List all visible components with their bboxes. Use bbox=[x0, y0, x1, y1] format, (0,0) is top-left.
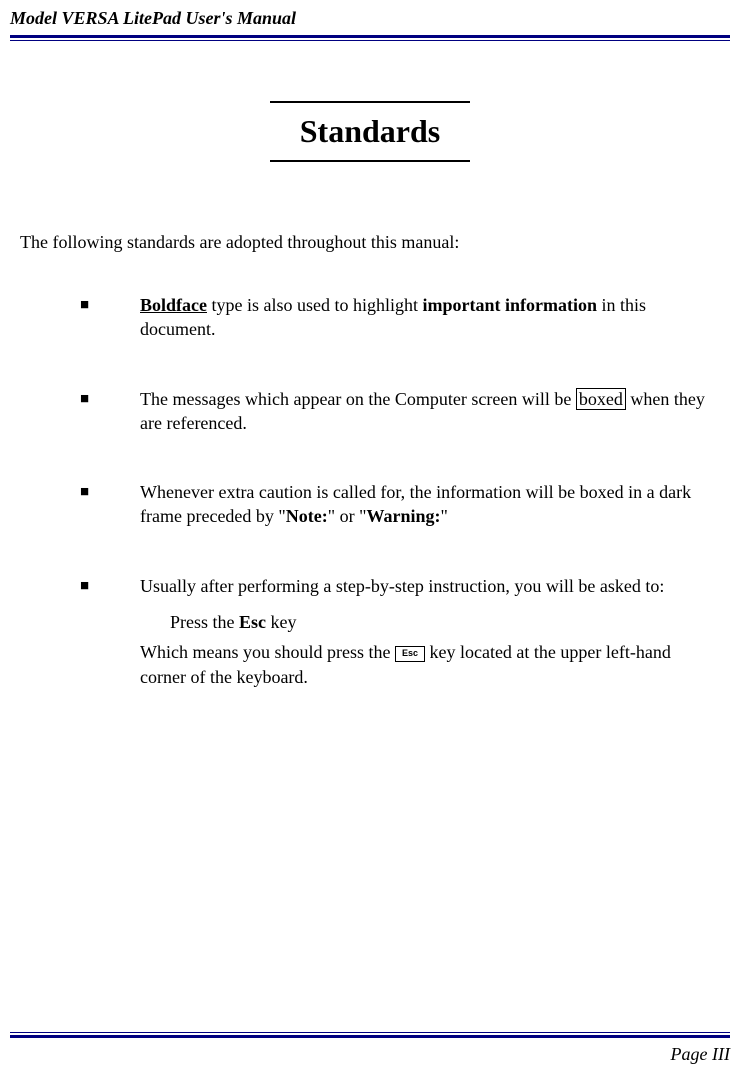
chapter-title-box: Standards bbox=[270, 101, 471, 162]
esc-key-icon: Esc bbox=[395, 646, 425, 662]
text-segment: Usually after performing a step-by-step … bbox=[140, 576, 664, 596]
bullet-list: Boldface type is also used to highlight … bbox=[20, 293, 720, 689]
text-segment: type is also used to highlight bbox=[207, 295, 423, 315]
main-content: Standards The following standards are ad… bbox=[0, 41, 740, 689]
page-number: Page III bbox=[10, 1044, 730, 1065]
chapter-title: Standards bbox=[300, 113, 441, 150]
warning-label: Warning: bbox=[366, 506, 440, 526]
sub-instruction-press: Press the Esc key bbox=[170, 610, 720, 634]
boxed-example: boxed bbox=[576, 388, 626, 410]
intro-text: The following standards are adopted thro… bbox=[20, 232, 720, 253]
chapter-title-wrap: Standards bbox=[20, 101, 720, 162]
footer: Page III bbox=[10, 1032, 730, 1065]
important-info-label: important information bbox=[423, 295, 598, 315]
text-segment: " bbox=[440, 506, 447, 526]
note-label: Note: bbox=[286, 506, 328, 526]
bullet-item-instruction: Usually after performing a step-by-step … bbox=[80, 574, 720, 689]
text-segment: " or " bbox=[328, 506, 367, 526]
text-segment: The messages which appear on the Compute… bbox=[140, 389, 576, 409]
bullet-item-caution: Whenever extra caution is called for, th… bbox=[80, 480, 720, 529]
text-segment: Which means you should press the bbox=[140, 642, 395, 662]
text-segment: key bbox=[266, 612, 297, 632]
bullet-item-boldface: Boldface type is also used to highlight … bbox=[80, 293, 720, 342]
text-segment: Press the bbox=[170, 612, 239, 632]
footer-rule bbox=[10, 1032, 730, 1038]
bullet-item-boxed: The messages which appear on the Compute… bbox=[80, 387, 720, 436]
esc-key-label: Esc bbox=[239, 612, 266, 632]
boldface-label: Boldface bbox=[140, 295, 207, 315]
header-title: Model VERSA LitePad User's Manual bbox=[10, 8, 730, 35]
sub-instruction-means: Which means you should press the Esc key… bbox=[140, 640, 720, 689]
header: Model VERSA LitePad User's Manual bbox=[0, 0, 740, 41]
